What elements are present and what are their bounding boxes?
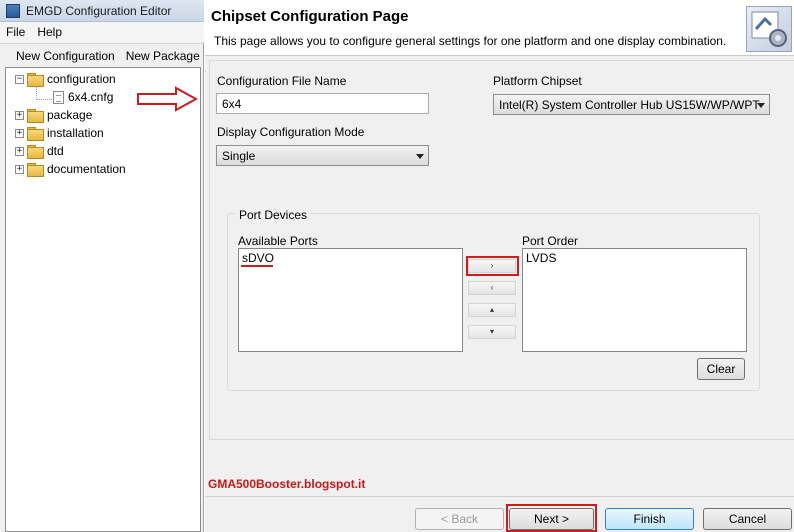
project-tree[interactable]: − configuration 6x4.cnfg + package + ins… (5, 67, 201, 532)
expand-icon[interactable]: + (15, 110, 24, 120)
file-icon (53, 90, 64, 104)
tree-node-label: 6x4.cnfg (68, 90, 114, 104)
tree-node-dtd[interactable]: + dtd (15, 143, 64, 159)
platform-combo[interactable]: Intel(R) System Controller Hub US15W/WP/… (493, 94, 770, 115)
tree-node-configuration[interactable]: − configuration (15, 71, 116, 87)
platform-label: Platform Chipset (493, 74, 582, 88)
tree-node-label: package (47, 108, 93, 122)
wizard-dialog: Chipset Configuration Page This page all… (205, 0, 794, 532)
port-devices-label: Port Devices (236, 208, 311, 222)
port-devices-group: Port Devices Available Ports sDVO › ‹ ▴ … (227, 208, 760, 391)
display-mode-label: Display Configuration Mode (217, 125, 365, 139)
tree-node-label: dtd (47, 144, 64, 158)
window-titlebar: EMGD Configuration Editor (0, 0, 204, 22)
new-configuration-button[interactable]: New Configuration (16, 49, 115, 63)
move-down-button[interactable]: ▾ (468, 325, 516, 339)
clear-button[interactable]: Clear (697, 358, 745, 380)
new-package-button[interactable]: New Package (126, 49, 200, 63)
display-mode-combo[interactable]: Single (216, 145, 429, 166)
config-file-label: Configuration File Name (217, 74, 347, 88)
annotation-box (506, 504, 597, 532)
folder-icon (27, 127, 44, 141)
tree-guide (36, 99, 52, 100)
dropdown-arrow-icon (416, 154, 424, 159)
annotation-underline (241, 265, 273, 267)
tree-guide (36, 86, 37, 100)
folder-icon (27, 73, 44, 87)
tree-node-installation[interactable]: + installation (15, 125, 104, 141)
wizard-banner-icon (746, 6, 792, 52)
collapse-icon[interactable]: − (15, 74, 24, 84)
toolbar: New Configuration New Package (0, 43, 204, 67)
port-order-list[interactable]: LVDS (522, 248, 747, 352)
menubar: File Help (0, 22, 204, 42)
display-mode-value: Single (222, 149, 256, 163)
tree-node-documentation[interactable]: + documentation (15, 161, 126, 177)
wizard-header: Chipset Configuration Page This page all… (205, 0, 794, 56)
menu-help[interactable]: Help (37, 25, 62, 39)
tree-node-6x4-cnfg[interactable]: 6x4.cnfg (53, 89, 113, 105)
back-button[interactable]: < Back (415, 508, 504, 530)
expand-icon[interactable]: + (15, 164, 24, 174)
tree-node-package[interactable]: + package (15, 107, 92, 123)
folder-icon (27, 145, 44, 159)
menu-file[interactable]: File (6, 25, 25, 39)
list-item[interactable]: LVDS (526, 251, 556, 265)
available-ports-label: Available Ports (238, 234, 318, 248)
editor-window: EMGD Configuration Editor File Help New … (0, 0, 204, 532)
available-ports-list[interactable]: sDVO (238, 248, 463, 352)
folder-icon (27, 163, 44, 177)
folder-icon (27, 109, 44, 123)
move-up-button[interactable]: ▴ (468, 303, 516, 317)
annotation-arrow-icon (137, 86, 198, 112)
list-item[interactable]: sDVO (242, 251, 274, 265)
cancel-button[interactable]: Cancel (703, 508, 792, 530)
tree-node-label: documentation (47, 162, 126, 176)
page-title: Chipset Configuration Page (211, 8, 409, 25)
annotation-box (466, 256, 519, 276)
expand-icon[interactable]: + (15, 146, 24, 156)
port-order-label: Port Order (522, 234, 579, 248)
dropdown-arrow-icon (757, 103, 765, 108)
tree-node-label: configuration (47, 72, 116, 86)
platform-combo-value: Intel(R) System Controller Hub US15W/WP/… (499, 98, 760, 112)
divider (205, 496, 794, 497)
page-description: This page allows you to configure genera… (214, 34, 727, 48)
app-icon (6, 3, 20, 18)
window-title: EMGD Configuration Editor (26, 3, 172, 18)
config-file-input[interactable]: 6x4 (216, 93, 429, 114)
tree-node-label: installation (47, 126, 104, 140)
expand-icon[interactable]: + (15, 128, 24, 138)
finish-button[interactable]: Finish (605, 508, 694, 530)
move-left-button[interactable]: ‹ (468, 281, 516, 295)
watermark-text: GMA500Booster.blogspot.it (208, 477, 366, 491)
